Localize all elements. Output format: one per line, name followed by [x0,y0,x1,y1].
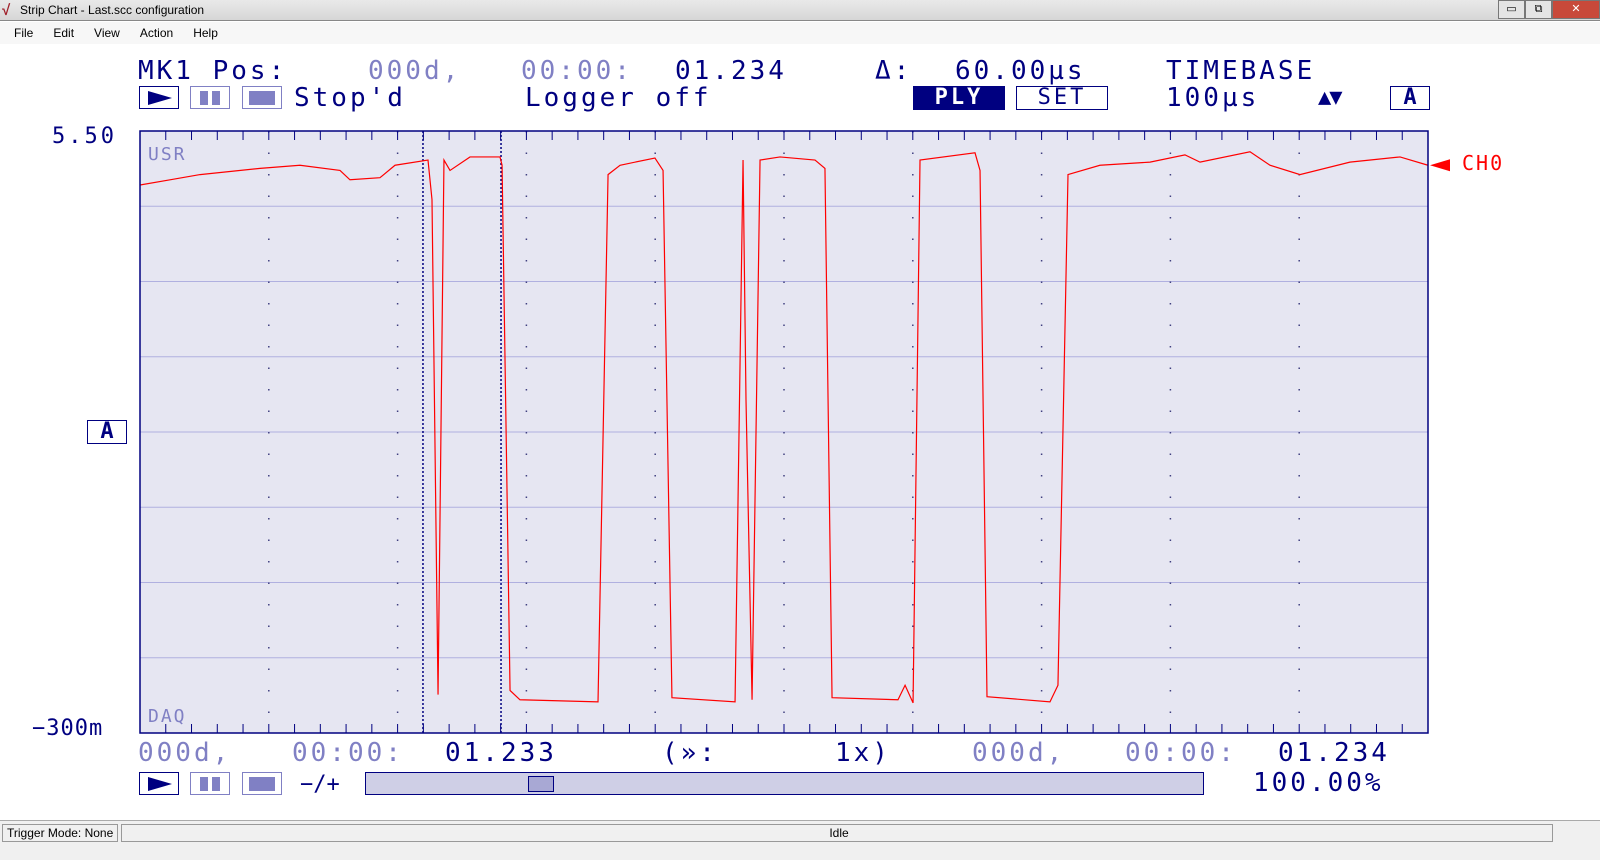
scrollbar-thumb[interactable] [528,776,555,792]
playback-scrollbar[interactable] [365,772,1204,795]
start-time-prefix: 00:00: [292,738,404,768]
status-bar: Trigger Mode: None Idle [0,820,1600,860]
end-time: 01.234 [1278,738,1390,768]
end-time-prefix: 00:00: [1125,738,1237,768]
run-state-status: Idle [121,824,1553,842]
trigger-mode-status: Trigger Mode: None [2,824,118,842]
speed-value: 1x) [835,738,891,768]
channel-label[interactable]: CH0 [1462,150,1504,176]
zoom-percent: 100.00% [1253,768,1384,798]
usr-label: USR [148,144,187,165]
playback-pause-button[interactable] [190,772,230,795]
daq-label: DAQ [148,706,187,727]
playback-stop-button[interactable] [242,772,282,795]
zoom-label[interactable]: −/+ [300,772,340,798]
playback-play-button[interactable] [139,772,179,795]
strip-chart-plot[interactable] [0,0,1600,860]
channel-arrow-icon [1430,159,1450,172]
start-time: 01.233 [445,738,557,768]
speed-label: (»: [662,738,718,768]
end-day: 000d, [972,738,1066,768]
start-day: 000d, [138,738,232,768]
